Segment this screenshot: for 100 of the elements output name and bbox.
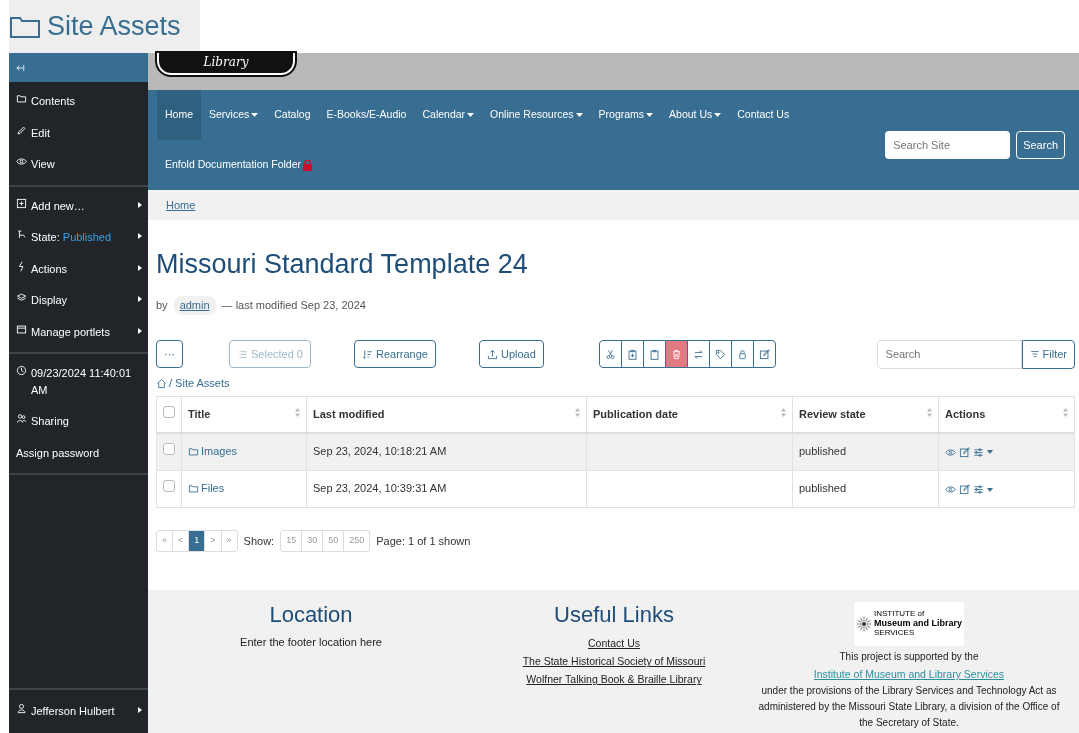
table-cell: Sep 23, 2024, 10:18:21 AM xyxy=(306,432,587,471)
page-title: Missouri Standard Template 24 xyxy=(156,248,529,281)
clipboard-button[interactable] xyxy=(642,340,666,369)
edit-button[interactable] xyxy=(752,340,776,369)
trash-icon xyxy=(670,348,682,360)
toolbar-menu-item[interactable]: Display xyxy=(9,285,148,317)
breadcrumb-link[interactable]: Home xyxy=(166,196,196,214)
checkbox[interactable] xyxy=(163,480,175,493)
person-icon xyxy=(16,702,27,714)
bolt-icon xyxy=(16,260,27,272)
search-field[interactable]: Search xyxy=(876,339,1022,369)
toolbar-menu-item[interactable]: View xyxy=(9,149,148,181)
folder-link[interactable]: Files xyxy=(188,480,225,497)
swap-arrows-button[interactable] xyxy=(686,340,710,369)
nav-link[interactable]: Online Resources xyxy=(482,90,591,140)
folder-icon xyxy=(188,445,199,457)
filter-button[interactable]: Filter xyxy=(1021,339,1075,369)
path-link[interactable]: / Site Assets xyxy=(169,374,230,392)
logo-text: Museum and Library xyxy=(873,619,962,629)
eye-icon xyxy=(16,156,27,167)
folder-icon xyxy=(16,93,27,104)
branch-icon xyxy=(16,229,27,240)
nav-link[interactable]: E-Books/E-Audio xyxy=(318,90,415,140)
search-button[interactable]: Search xyxy=(1016,131,1065,159)
swap-arrows-icon xyxy=(692,348,704,360)
toolbar-menu-item[interactable]: Contents xyxy=(9,86,148,118)
toolbar-menu-item[interactable]: Actions xyxy=(9,253,148,285)
starburst-icon xyxy=(856,614,872,634)
clipboard-icon xyxy=(648,348,660,360)
column-header[interactable]: Title xyxy=(188,408,211,421)
nav-link[interactable]: Services xyxy=(201,90,267,140)
nav-link[interactable]: About Us xyxy=(661,90,730,140)
edit-icon xyxy=(959,446,970,458)
show-label: Show: xyxy=(243,533,275,549)
scissors-button[interactable] xyxy=(598,340,622,369)
nav-link[interactable]: Programs xyxy=(590,90,662,140)
toolbar-menu-item[interactable]: Manage portlets xyxy=(9,316,148,348)
toolbar-menu-item[interactable]: 09/23/2024 11:40:01 AM xyxy=(9,358,148,406)
toolbar-menu-item[interactable]: Assign password xyxy=(9,437,148,469)
lock-button[interactable] xyxy=(730,340,754,369)
upload-button[interactable]: Upload xyxy=(478,340,544,369)
nav-link[interactable]: Home xyxy=(157,90,201,140)
more-button[interactable]: ··· xyxy=(156,340,183,369)
column-header[interactable]: Last modified xyxy=(313,408,385,421)
tag-icon xyxy=(714,348,726,360)
clipboard-plus-button[interactable] xyxy=(620,340,644,369)
user-menu-item[interactable]: Jefferson Hulbert xyxy=(9,695,148,727)
page-link[interactable]: « xyxy=(157,531,173,551)
toolbar-menu-item[interactable]: State: Published xyxy=(9,222,148,254)
toolbar-menu-item[interactable]: Edit xyxy=(9,117,148,149)
page-link[interactable]: » xyxy=(221,531,237,551)
author-link[interactable]: admin xyxy=(173,296,216,315)
caret-icon[interactable] xyxy=(987,487,993,492)
trash-button[interactable] xyxy=(664,340,688,369)
page-link[interactable]: 1 xyxy=(189,531,206,551)
footer-heading: Location xyxy=(268,602,354,629)
folder-icon xyxy=(188,482,199,494)
byline-label: by xyxy=(156,298,168,314)
page-size-option[interactable]: 30 xyxy=(302,531,324,551)
checkbox[interactable] xyxy=(163,442,175,455)
footer-link[interactable]: Contact Us xyxy=(474,634,754,653)
page-size-option[interactable]: 50 xyxy=(323,531,345,551)
sponsor-text: This project is supported by the Institute of Museum and Library Services under the provisions of the Library Services and Technology Act as administered by the Missouri State Library, a division of the Office of the Secretary of State. xyxy=(754,649,1064,731)
home-icon xyxy=(156,377,167,389)
rearrange-button[interactable]: Rearrange xyxy=(354,340,436,369)
checkbox[interactable] xyxy=(163,406,175,419)
nav-link[interactable]: Enfold Documentation Folder xyxy=(157,140,320,190)
toolbar-menu-item[interactable]: Add new… xyxy=(9,190,148,222)
eye-icon xyxy=(945,446,956,458)
footer-link[interactable]: Wolfner Talking Book & Braille Library xyxy=(474,670,754,689)
clipboard-plus-icon xyxy=(626,348,638,360)
modified-date: — last modified Sep 23, 2024 xyxy=(221,298,366,314)
nav-link[interactable]: Calendar xyxy=(414,90,483,140)
toolbar-menu-item[interactable]: Sharing xyxy=(9,406,148,438)
search-field[interactable]: Search Site xyxy=(885,131,1011,159)
footer-heading: Useful Links xyxy=(553,602,675,629)
sliders-icon xyxy=(973,446,984,458)
column-header[interactable]: Actions xyxy=(945,408,986,421)
page-size-option[interactable]: 250 xyxy=(344,531,370,551)
column-header[interactable]: Publication date xyxy=(593,408,678,421)
lock-icon xyxy=(736,348,748,360)
sliders-icon xyxy=(973,484,984,496)
footer-link[interactable]: The State Historical Society of Missouri xyxy=(474,652,754,671)
window-title: Site Assets xyxy=(47,10,181,44)
tag-button[interactable] xyxy=(708,340,732,369)
nav-link[interactable]: Catalog xyxy=(266,90,319,140)
nav-link[interactable]: Contact Us xyxy=(729,90,798,140)
edit-icon xyxy=(959,484,970,496)
column-header[interactable]: Review state xyxy=(799,408,866,421)
scissors-icon xyxy=(604,348,616,360)
clock-icon xyxy=(16,365,27,376)
layers-icon xyxy=(16,292,27,303)
sponsor-link[interactable]: Institute of Museum and Library Services xyxy=(754,665,1064,683)
caret-icon[interactable] xyxy=(987,450,993,455)
page-link[interactable]: > xyxy=(205,531,222,551)
collapse-icon xyxy=(15,63,25,74)
page-size-option[interactable]: 15 xyxy=(281,531,303,551)
logo-text: INSTITUTE of xyxy=(873,610,926,619)
filter-icon xyxy=(1029,349,1040,360)
folder-link[interactable]: Images xyxy=(188,442,238,460)
